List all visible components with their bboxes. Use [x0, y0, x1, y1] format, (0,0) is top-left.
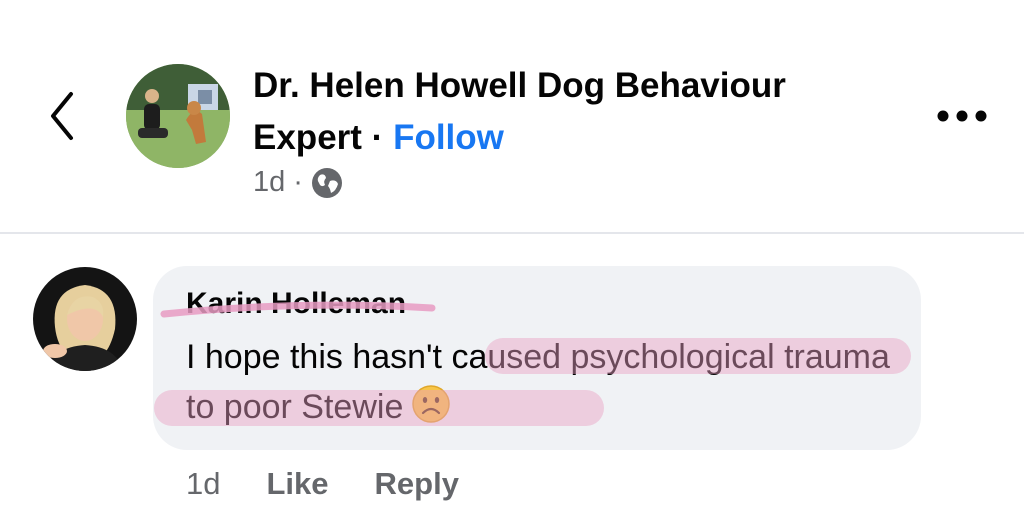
page-avatar[interactable] — [126, 64, 230, 168]
comment-time[interactable]: 1d — [186, 464, 220, 504]
comment-text: I hope this hasn't caused psychological … — [186, 332, 906, 438]
comment-body: I hope this hasn't caused psychological … — [186, 338, 890, 426]
title-separator: · — [371, 118, 384, 157]
more-options-icon — [937, 110, 987, 122]
post-time[interactable]: 1d — [253, 166, 285, 199]
reply-button[interactable]: Reply — [375, 464, 459, 504]
post-meta: 1d · — [253, 166, 343, 199]
frowning-face-emoji — [411, 384, 451, 438]
page-name[interactable]: Dr. Helen Howell Dog Behaviour Expert — [253, 66, 786, 157]
comment-author[interactable]: Karin Holleman — [186, 284, 406, 324]
comment-actions: 1d Like Reply — [186, 464, 459, 504]
chevron-left-icon — [51, 92, 73, 140]
page-title: Dr. Helen Howell Dog Behaviour Expert · … — [253, 60, 893, 164]
like-button[interactable]: Like — [266, 464, 328, 504]
more-options-button[interactable] — [930, 96, 994, 136]
commenter-avatar[interactable] — [33, 267, 137, 371]
post-header: Dr. Helen Howell Dog Behaviour Expert · … — [0, 0, 1024, 232]
globe-icon — [311, 167, 342, 198]
meta-separator: · — [293, 166, 303, 198]
follow-button[interactable]: Follow — [393, 118, 504, 157]
back-button[interactable] — [40, 88, 84, 144]
header-divider — [0, 232, 1024, 234]
